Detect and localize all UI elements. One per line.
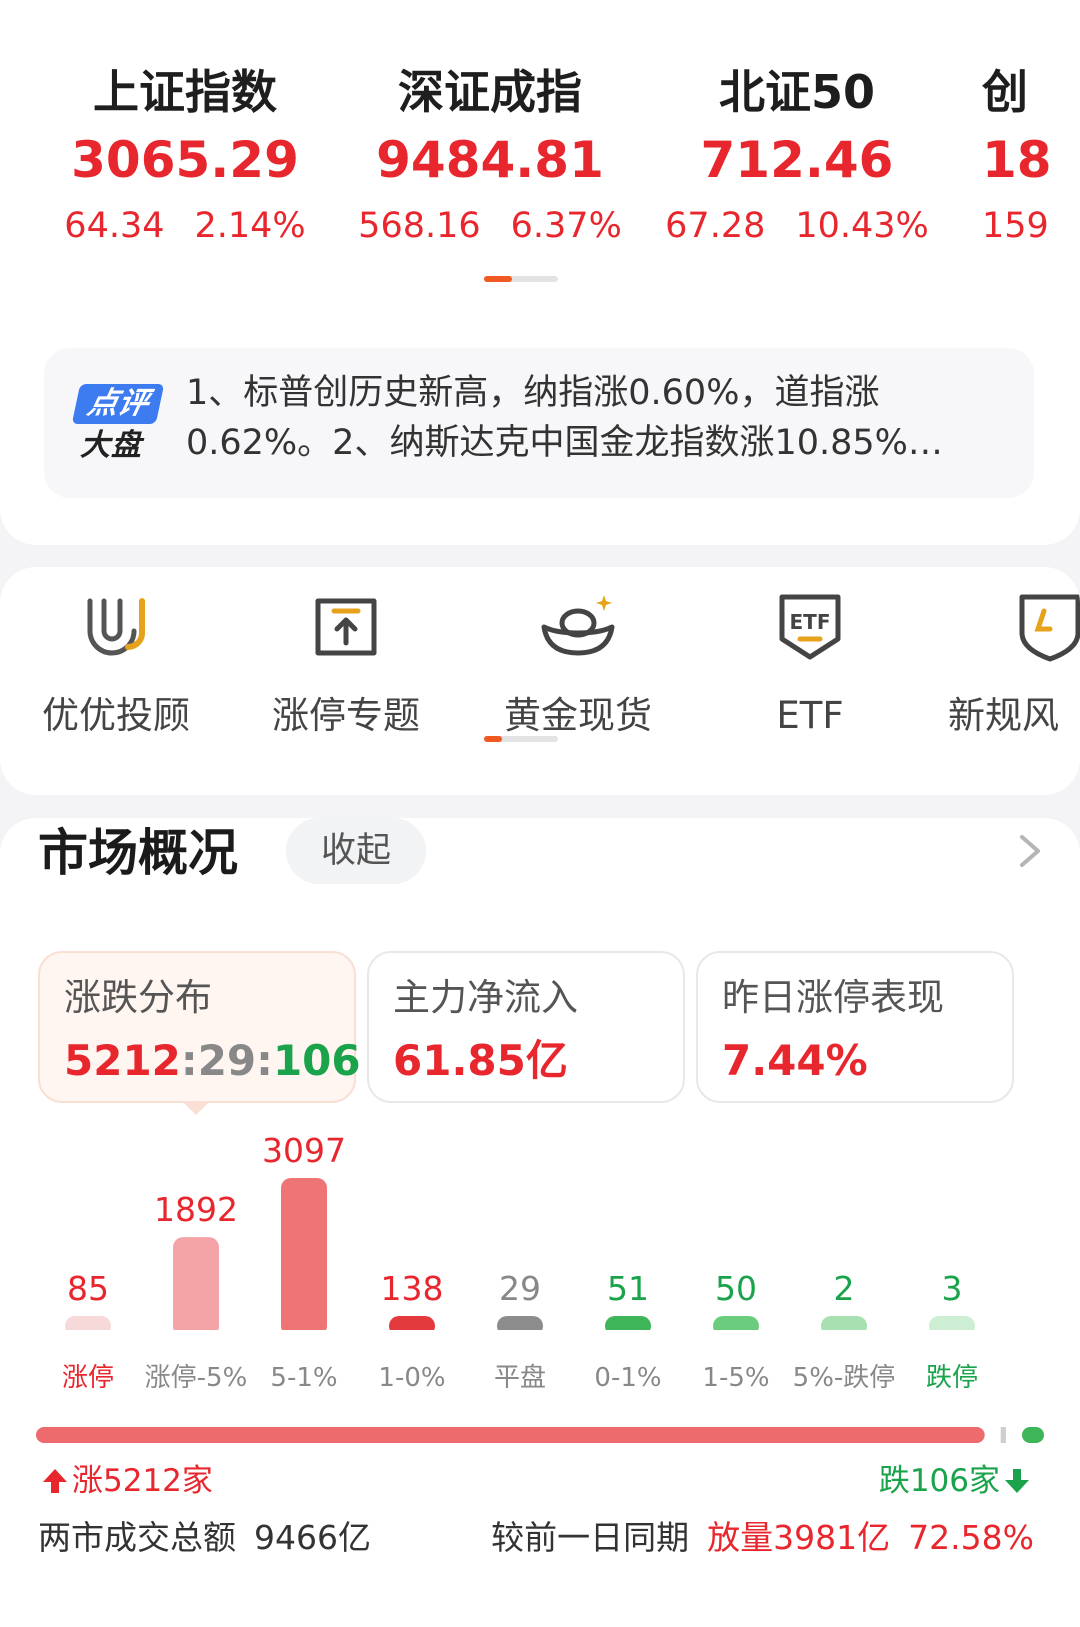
index-price: 18	[982, 131, 1052, 189]
ratio-fall-segment	[1022, 1427, 1044, 1443]
index-change: 568.16 6.37%	[358, 206, 622, 246]
etf-badge-icon: ETF	[779, 594, 841, 660]
index-name: 北证50	[718, 65, 875, 119]
collapse-button[interactable]: 收起	[286, 818, 426, 884]
rise-total: 涨5212家	[38, 1458, 213, 1504]
rise-fall-distribution-chart: 85 涨停 1892 涨停-5% 3097 5-1% 138 1-0% 29 平盘 51 0-1% 50…	[0, 1131, 1080, 1393]
chart-category-label: 1-0%	[378, 1363, 445, 1393]
section-title: 市场概况	[38, 824, 238, 882]
chart-value-label: 29	[499, 1269, 541, 1308]
upload-box-icon	[315, 598, 377, 656]
index-price: 3065.29	[71, 131, 299, 189]
shortcut-label: 优优投顾	[42, 694, 190, 737]
ratio-rise-segment	[36, 1427, 985, 1443]
chart-baseline-mask	[0, 1330, 1080, 1344]
tile-rise-fall-distribution[interactable]: 涨跌分布 5212:29:106	[38, 951, 361, 1103]
index-tile-sz[interactable]: 深证成指 9484.81 568.16 6.37%	[350, 62, 630, 250]
rise-fall-ratio-bar	[36, 1427, 1044, 1443]
commentary-text: 1、标普创历史新高，纳指涨0.60%，道指涨0.62%。2、纳斯达克中国金龙指数…	[186, 373, 943, 463]
index-name: 深证成指	[398, 65, 582, 119]
index-name: 创	[982, 65, 1028, 119]
chart-bar	[173, 1237, 219, 1336]
chart-category-label: 5-1%	[270, 1363, 337, 1393]
total-turnover: 两市成交总额 9466亿	[38, 1518, 371, 1557]
chart-category-label: 1-5%	[702, 1363, 769, 1393]
fall-count: 106	[272, 1036, 361, 1085]
index-tile-bz50[interactable]: 北证50 712.46 67.28 10.43%	[657, 62, 937, 250]
shortcut-bar: 优优投顾 涨停专题 黄金现货 ETF ETF 新规风	[0, 567, 1080, 795]
shortcut-label: 涨停专题	[272, 694, 420, 737]
uu-logo-icon	[87, 598, 145, 656]
market-commentary[interactable]: 点评 大盘 1、标普创历史新高，纳指涨0.60%，道指涨0.62%。2、纳斯达克…	[44, 348, 1034, 498]
arrow-down-icon	[1005, 1468, 1029, 1493]
index-tile-sh[interactable]: 上证指数 3065.29 64.34 2.14%	[45, 62, 325, 250]
chart-bar	[281, 1178, 327, 1336]
commentary-logo: 点评 大盘	[71, 384, 165, 464]
turnover-compare: 较前一日同期 放量3981亿 72.58%	[491, 1518, 1034, 1557]
shortcut-label: 新规风	[948, 694, 1059, 737]
compare-volume: 放量3981亿	[707, 1518, 891, 1557]
index-card: 上证指数 3065.29 64.34 2.14% 深证成指 9484.81 568…	[0, 0, 1080, 545]
ratio-flat-segment	[1000, 1427, 1006, 1443]
shortcut-uu-advisor[interactable]: 优优投顾	[16, 587, 216, 741]
chart-category-label: 0-1%	[594, 1363, 661, 1393]
chart-value-label: 3097	[262, 1131, 346, 1170]
index-change: 67.28 10.43%	[665, 206, 929, 246]
index-tile-cy[interactable]: 创 18 159	[982, 62, 1080, 250]
shortcut-label: 黄金现货	[504, 694, 652, 737]
shortcut-limit-up-topic[interactable]: 涨停专题	[246, 587, 446, 741]
chart-category-label: 平盘	[494, 1363, 546, 1393]
index-change: 64.34 2.14%	[64, 206, 306, 246]
chevron-right-icon[interactable]	[1010, 831, 1050, 871]
shortcut-new-rules[interactable]: 新规风	[942, 587, 1080, 741]
gold-ingot-icon	[541, 595, 615, 656]
index-change: 159	[982, 206, 1049, 246]
index-name: 上证指数	[93, 65, 277, 119]
tile-main-net-inflow[interactable]: 主力净流入 61.85亿	[367, 951, 685, 1103]
shortcut-page-indicator	[484, 736, 558, 742]
fall-total: 跌106家	[879, 1458, 1034, 1504]
chart-value-label: 1892	[154, 1190, 238, 1229]
chart-category-label: 5%-跌停	[793, 1363, 896, 1393]
chart-category-label: 涨停-5%	[145, 1363, 248, 1393]
chart-value-label: 3	[942, 1269, 963, 1308]
chart-value-label: 138	[381, 1269, 444, 1308]
turnover-value: 9466亿	[254, 1518, 371, 1557]
chart-value-label: 2	[834, 1269, 855, 1308]
shortcut-label: ETF	[776, 694, 844, 737]
compare-pct: 72.58%	[908, 1518, 1034, 1557]
shield-icon	[1019, 594, 1080, 662]
chart-category-label: 涨停	[62, 1363, 114, 1393]
tile-yesterday-limit-up[interactable]: 昨日涨停表现 7.44%	[696, 951, 1014, 1103]
shortcut-gold-spot[interactable]: 黄金现货	[478, 587, 678, 741]
arrow-up-icon	[43, 1468, 67, 1493]
flat-count: 29	[197, 1036, 257, 1085]
index-page-indicator	[484, 276, 558, 282]
svg-text:ETF: ETF	[790, 610, 831, 634]
shortcut-etf[interactable]: ETF ETF	[710, 587, 910, 741]
chart-value-label: 50	[715, 1269, 757, 1308]
index-price: 9484.81	[376, 131, 604, 189]
chart-category-label: 跌停	[926, 1363, 978, 1393]
chart-value-label: 85	[67, 1269, 109, 1308]
chart-value-label: 51	[607, 1269, 649, 1308]
rise-count: 5212	[64, 1036, 181, 1085]
index-price: 712.46	[700, 131, 894, 189]
market-overview: 市场概况 收起 涨跌分布 5212:29:106 主力净流入 61.85亿 昨日…	[0, 818, 1080, 1627]
